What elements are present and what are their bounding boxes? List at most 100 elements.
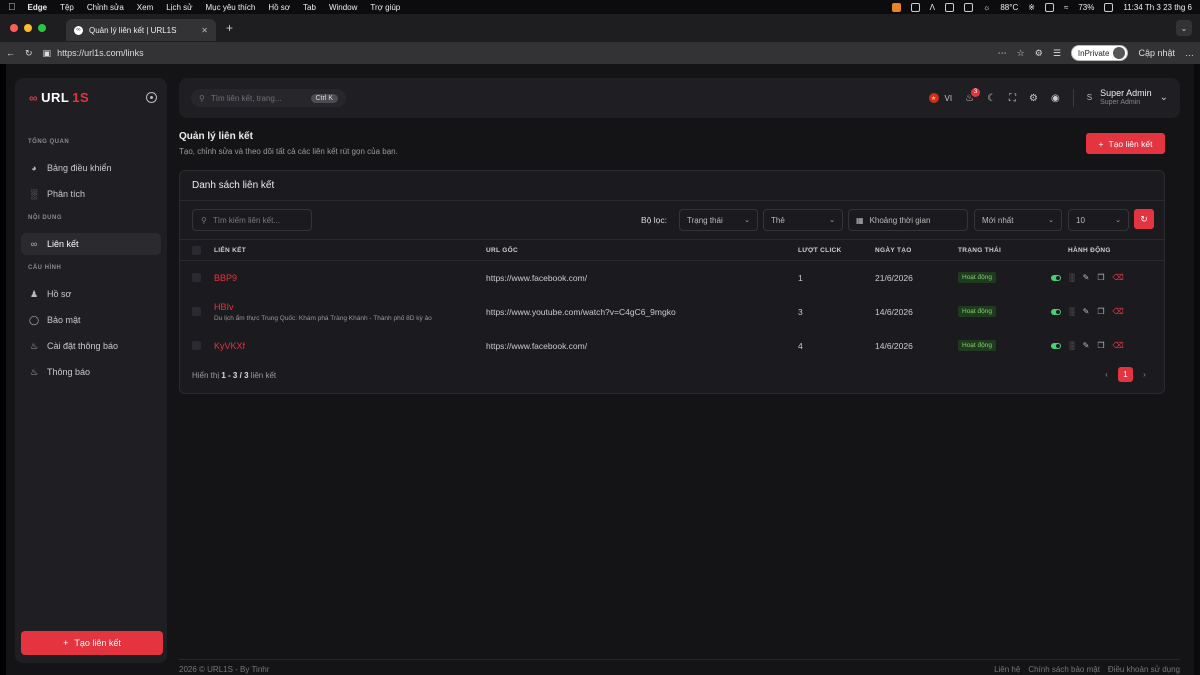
menu-favorites[interactable]: Mục yêu thích [206,3,256,12]
more-options-icon[interactable]: ⋯ [998,48,1007,59]
dark-mode-icon[interactable]: ☾ [987,93,996,104]
short-code[interactable]: HBIv [214,302,234,312]
toggle-active-icon[interactable] [1051,274,1061,281]
menu-file[interactable]: Tệp [60,3,74,12]
refresh-button[interactable]: ↻ [1134,209,1154,229]
edit-icon[interactable]: ✎ [1083,273,1090,282]
menu-edge[interactable]: Edge [28,3,48,12]
stats-icon[interactable]: ░ [1069,307,1075,316]
page-size-select[interactable]: 10 ⌄ [1068,209,1129,231]
row-checkbox[interactable] [192,329,201,362]
zoom-window-button[interactable] [38,24,46,32]
favorite-star-icon[interactable]: ☆ [1017,48,1025,59]
sidebar-item-profile[interactable]: ♟ Hồ sơ [21,283,161,305]
delete-icon[interactable]: ⌫ [1113,307,1124,316]
row-checkbox[interactable] [192,294,201,329]
copy-icon[interactable]: ❐ [1097,273,1104,282]
display-icon[interactable] [1044,2,1054,12]
extensions-icon[interactable]: ⚙ [1035,48,1043,59]
sidebar-create-link-button[interactable]: + Tạo liên kết [21,631,163,655]
edit-icon[interactable]: ✎ [1083,307,1090,316]
sort-select[interactable]: Mới nhất ⌄ [974,209,1062,231]
record-icon[interactable] [910,2,920,12]
app-tray-icon[interactable] [891,2,901,12]
prev-page-icon[interactable]: ‹ [1099,367,1114,382]
vpn-icon[interactable]: Λ [930,3,935,12]
menu-ellipsis-icon[interactable]: … [1185,48,1194,58]
date-range-input[interactable]: ▦ Khoảng thời gian [848,209,968,231]
sidebar-item-security[interactable]: ◯ Bảo mật [21,309,161,331]
logo[interactable]: ∞ URL 1S [29,90,89,105]
delete-icon[interactable]: ⌫ [1113,341,1124,350]
notifications-bell-icon[interactable]: ♨ 3 [965,87,981,104]
copy-icon[interactable]: ❐ [1097,341,1104,350]
column-header-url[interactable]: URL GỐC [486,240,518,260]
row-checkbox[interactable] [192,261,201,294]
next-page-icon[interactable]: › [1137,367,1152,382]
clock[interactable]: 11:34 Th 3 23 thg 6 [1123,3,1192,12]
apple-icon[interactable]:  [8,2,16,13]
menu-tab[interactable]: Tab [303,3,316,12]
weather-icon[interactable]: ☼ [983,3,990,12]
select-all-checkbox[interactable] [192,240,201,260]
palette-icon[interactable]: ◉ [1051,93,1060,104]
column-header-link[interactable]: LIÊN KẾT [214,240,246,260]
footer-link-contact[interactable]: Liên hệ [994,665,1020,674]
bluetooth-icon[interactable]: ※ [1028,3,1035,12]
update-button[interactable]: Cập nhật [1138,48,1175,58]
footer-link-terms[interactable]: Điều khoản sử dụng [1108,665,1180,674]
fullscreen-icon[interactable]: ⛶ [1009,93,1016,104]
menu-view[interactable]: Xem [137,3,153,12]
tab-list-chevron-icon[interactable]: ⌄ [1176,20,1192,36]
control-center-icon[interactable] [1104,2,1114,12]
sidebar-item-notifications[interactable]: ♨ Thông báo [21,361,161,383]
sidebar-toggle-icon[interactable] [146,92,157,103]
wifi-icon[interactable]: ≈ [1064,3,1068,12]
sync-icon[interactable] [945,2,955,12]
user-menu[interactable]: S Super Admin Super Admin ⌄ [1087,88,1168,107]
v-app-icon[interactable] [964,2,974,12]
copy-icon[interactable]: ❐ [1097,307,1104,316]
sidebar-item-dashboard[interactable]: ◕ Bảng điều khiển [21,157,161,179]
status-filter-select[interactable]: Trạng thái ⌄ [679,209,758,231]
delete-icon[interactable]: ⌫ [1113,273,1124,282]
sidebar-item-analytics[interactable]: ░ Phân tích [21,183,161,205]
sidebar-item-notification-settings[interactable]: ♨ Cài đặt thông báo [21,335,161,357]
column-header-status[interactable]: TRẠNG THÁI [958,240,1001,260]
page-button[interactable]: 1 [1118,367,1133,382]
reload-icon[interactable]: ↻ [25,48,33,59]
toggle-active-icon[interactable] [1051,342,1061,349]
column-header-clicks[interactable]: LƯỢT CLICK [798,240,842,260]
stats-icon[interactable]: ░ [1069,273,1075,282]
links-search-input[interactable]: ⚲ Tìm kiếm liên kết... [192,209,312,231]
stats-icon[interactable]: ░ [1069,341,1075,350]
menu-help[interactable]: Trợ giúp [370,3,400,12]
close-window-button[interactable] [10,24,18,32]
tag-filter-select[interactable]: Thẻ ⌄ [763,209,843,231]
site-info-icon[interactable]: ▣ [43,48,52,59]
toggle-active-icon[interactable] [1051,308,1061,315]
menu-history[interactable]: Lịch sử [166,3,192,12]
sidebar-item-links[interactable]: ∞ Liên kết [21,233,161,255]
inprivate-badge[interactable]: InPrivate [1070,45,1129,61]
short-link[interactable]: BBP9 [214,261,237,294]
menu-window[interactable]: Window [329,3,357,12]
battery-percent[interactable]: 73% [1078,3,1094,12]
url-field[interactable]: ▣ https://url1s.com/links [43,44,988,62]
edit-icon[interactable]: ✎ [1083,341,1090,350]
minimize-window-button[interactable] [24,24,32,32]
close-tab-icon[interactable]: ✕ [201,26,208,35]
language-switcher[interactable]: ★ VI [928,93,952,103]
short-code[interactable]: BBP9 [214,273,237,283]
tab-active[interactable]: ∞ Quản lý liên kết | URL1S ✕ [66,19,216,41]
favorites-bar-icon[interactable]: ☰ [1053,48,1061,59]
short-code[interactable]: KyVKXf [214,341,245,351]
menu-profiles[interactable]: Hồ sơ [268,3,290,12]
url-text[interactable]: https://url1s.com/links [57,48,144,58]
create-link-button[interactable]: + Tạo liên kết [1086,133,1165,154]
column-header-date[interactable]: NGÀY TẠO [875,240,912,260]
weather-temp[interactable]: 88°C [1000,3,1018,12]
settings-gear-icon[interactable]: ⚙ [1029,93,1038,104]
menu-edit[interactable]: Chỉnh sửa [87,3,124,12]
footer-link-privacy[interactable]: Chính sách bảo mật [1028,665,1100,674]
